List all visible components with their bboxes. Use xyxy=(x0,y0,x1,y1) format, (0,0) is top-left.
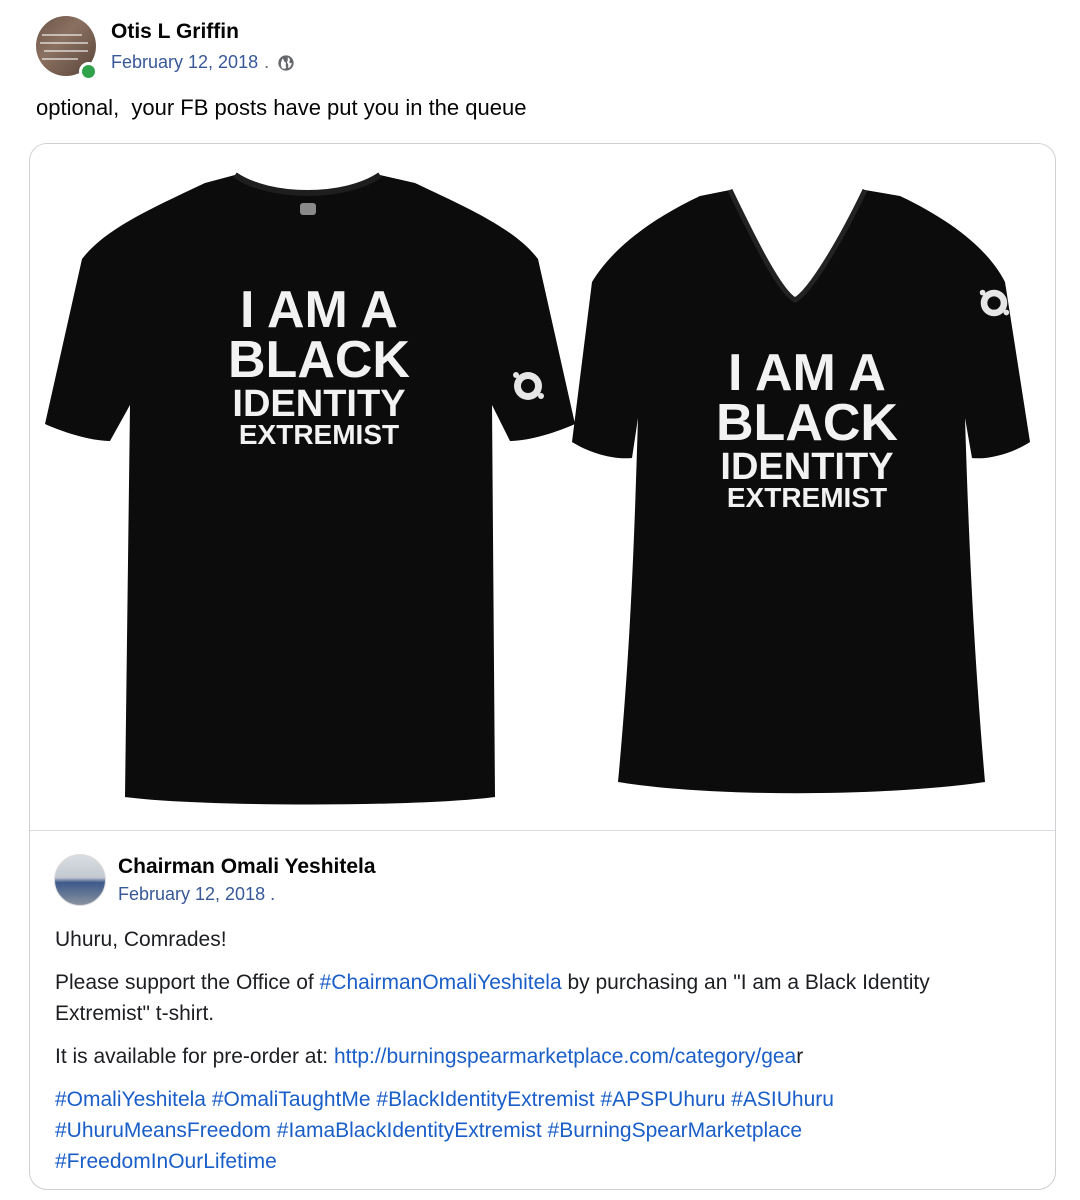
availability-paragraph: It is available for pre-order at: http:/… xyxy=(55,1041,1015,1072)
support-text-pre: Please support the Office of xyxy=(55,971,320,994)
meta-separator: . xyxy=(270,884,276,904)
crewneck-tshirt xyxy=(45,172,575,805)
slogan-line: BLACK xyxy=(228,330,410,389)
availability-text: It is available for pre-order at: xyxy=(55,1045,334,1068)
hashtag-list[interactable]: #OmaliYeshitela #OmaliTaughtMe #BlackIde… xyxy=(55,1084,1015,1177)
availability-link-tail: r xyxy=(796,1045,804,1068)
sleeve-logo-icon xyxy=(513,372,544,400)
shared-post-card[interactable]: I AM A BLACK IDENTITY EXTREMIST I AM A B… xyxy=(29,143,1056,1190)
right-shirt-slogan: I AM A BLACK IDENTITY EXTREMIST xyxy=(716,344,898,514)
slogan-line: IDENTITY xyxy=(720,445,894,488)
post-text: optional, your FB posts have put you in … xyxy=(36,95,527,120)
facebook-post: Otis L Griffin February 12, 2018 . optio… xyxy=(0,0,1080,1200)
left-shirt-slogan: I AM A BLACK IDENTITY EXTREMIST xyxy=(228,281,410,451)
greeting-text: Uhuru, Comrades! xyxy=(55,928,227,951)
slogan-line: BLACK xyxy=(716,393,898,452)
slogan-line: I AM A xyxy=(728,344,886,402)
tshirt-product-image[interactable]: I AM A BLACK IDENTITY EXTREMIST I AM A B… xyxy=(30,144,1055,831)
post-author-name[interactable]: Otis L Griffin xyxy=(111,20,239,44)
shared-post-meta: February 12, 2018 . xyxy=(118,884,275,905)
slogan-line: EXTREMIST xyxy=(238,419,400,451)
shared-post-body: Uhuru, Comrades! Please support the Offi… xyxy=(55,924,1015,1189)
post-date[interactable]: February 12, 2018 xyxy=(111,52,258,73)
post-meta: February 12, 2018 . xyxy=(111,52,295,73)
hashtag-link[interactable]: #ChairmanOmaliYeshitela xyxy=(320,971,562,994)
shared-author-avatar[interactable] xyxy=(54,854,106,906)
online-status-indicator xyxy=(79,62,98,81)
slogan-line: IDENTITY xyxy=(232,382,406,425)
shared-post-author-name[interactable]: Chairman Omali Yeshitela xyxy=(118,855,376,879)
support-paragraph: Please support the Office of #ChairmanOm… xyxy=(55,967,1015,1029)
globe-icon[interactable] xyxy=(277,54,295,72)
slogan-line: I AM A xyxy=(240,281,398,339)
shared-post-date[interactable]: February 12, 2018 xyxy=(118,884,265,904)
slogan-line: EXTREMIST xyxy=(726,482,888,514)
sleeve-logo-icon xyxy=(979,289,1010,317)
marketplace-link[interactable]: http://burningspearmarketplace.com/categ… xyxy=(334,1045,796,1068)
meta-separator: . xyxy=(264,52,270,72)
